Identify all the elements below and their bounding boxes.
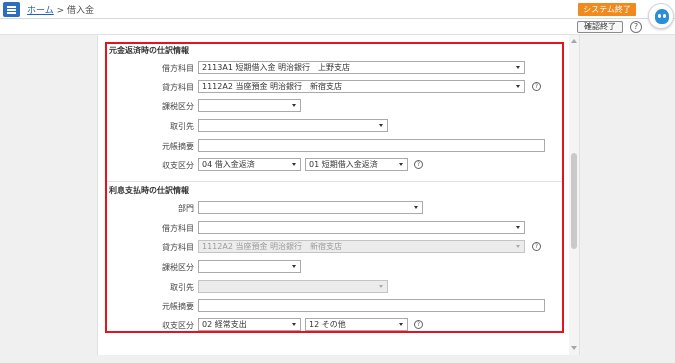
header-bar: ホーム > 借入金 システム終了	[0, 0, 675, 19]
sub-toolbar: 確認終了 ?	[0, 19, 675, 35]
hamburger-menu-icon[interactable]	[3, 2, 20, 17]
scroll-down-arrow-icon[interactable]	[571, 346, 577, 350]
breadcrumb: ホーム > 借入金	[27, 3, 94, 16]
scrollbar-thumb[interactable]	[571, 153, 577, 249]
breadcrumb-current: 借入金	[67, 6, 95, 16]
scroll-up-arrow-icon[interactable]	[571, 39, 577, 43]
help-icon[interactable]: ?	[630, 21, 642, 33]
system-end-button[interactable]: システム終了	[578, 3, 636, 16]
breadcrumb-home-link[interactable]: ホーム	[27, 6, 54, 16]
breadcrumb-separator: >	[56, 6, 65, 16]
assistant-mascot-icon[interactable]	[648, 3, 674, 29]
highlight-box	[105, 42, 564, 333]
confirm-end-button[interactable]: 確認終了	[577, 21, 623, 33]
